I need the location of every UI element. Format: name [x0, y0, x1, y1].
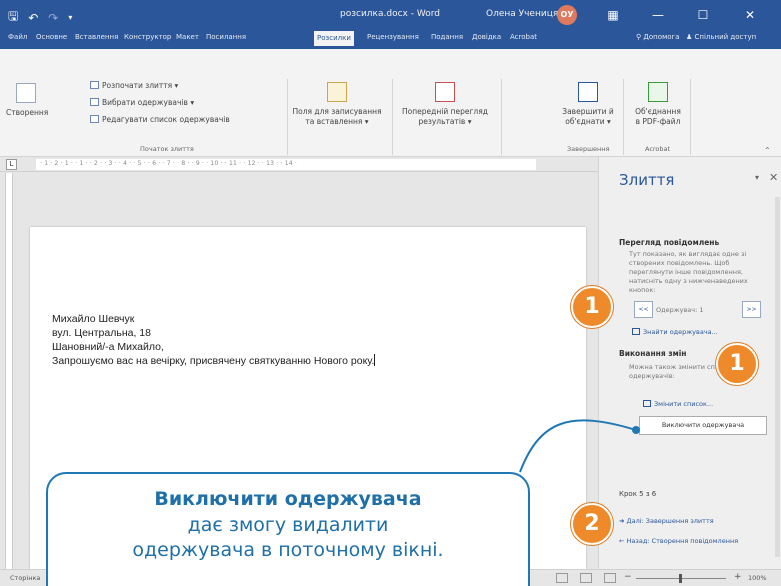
tab-review[interactable]: Рецензування — [367, 33, 419, 41]
create-button[interactable]: Створення — [6, 83, 49, 118]
edit-recipient-list-button[interactable]: Редагувати список одержувачів — [90, 115, 230, 124]
letter-body[interactable]: Михайло Шевчук вул. Центральна, 18 Шанов… — [52, 312, 376, 368]
edit-recipient-list-link[interactable]: Змінити список... — [643, 400, 713, 408]
previous-recipient-button[interactable]: << — [634, 301, 653, 318]
preview-description: Тут показано, як виглядає одне зі створе… — [629, 250, 748, 294]
pane-close-icon[interactable]: ✕ — [769, 171, 778, 184]
start-mail-merge-button[interactable]: Розпочати злиття ▾ — [90, 81, 178, 90]
page-indicator[interactable]: Сторінка — [10, 574, 40, 582]
group-label-finish: Завершення — [567, 145, 610, 153]
step-badge-2: 2 — [571, 503, 613, 545]
recipient-name: Михайло Шевчук — [52, 313, 135, 325]
group-divider — [287, 79, 288, 155]
tab-design[interactable]: Конструктор — [124, 33, 171, 41]
edit-list-icon — [90, 115, 99, 123]
tab-insert[interactable]: Вставлення — [75, 33, 118, 41]
select-recipients-button[interactable]: Вибрати одержувачів ▾ — [90, 98, 194, 107]
recipients-icon — [90, 98, 99, 106]
tab-selector[interactable]: L — [6, 159, 17, 170]
envelope-icon — [16, 83, 36, 103]
tab-home[interactable]: Основне — [36, 33, 67, 41]
minimize-button[interactable]: — — [645, 4, 671, 26]
tab-view[interactable]: Подання — [431, 33, 463, 41]
user-name[interactable]: Олена Учениця — [486, 9, 558, 19]
print-layout-icon[interactable] — [580, 573, 592, 583]
customize-qat-icon[interactable]: ▾ — [68, 13, 72, 22]
write-insert-fields-button[interactable]: Поля для записування та вставлення ▾ — [290, 82, 384, 127]
save-icon[interactable]: 🖫 — [8, 7, 18, 28]
group-label-acrobat: Acrobat — [645, 145, 671, 153]
greeting-line: Шановний/-а Михайло, — [52, 341, 164, 353]
recipient-address: вул. Центральна, 18 — [52, 327, 151, 339]
group-divider — [392, 79, 393, 155]
callout-line-2: дає змогу видалити — [187, 514, 389, 536]
group-divider — [690, 79, 691, 155]
step-badge-1-left: 1 — [571, 286, 613, 328]
share-button[interactable]: ♟ Спільний доступ — [686, 33, 756, 41]
zoom-slider-thumb[interactable] — [679, 574, 682, 583]
pane-title: Злиття — [619, 171, 675, 189]
redo-icon[interactable]: ↷ — [48, 11, 58, 25]
read-mode-icon[interactable] — [556, 573, 568, 583]
merge-to-pdf-button[interactable]: Об'єднання в PDF-файл — [628, 82, 688, 127]
create-label: Створення — [6, 108, 49, 117]
text-cursor — [374, 354, 376, 366]
quick-access-toolbar: 🖫 ↶ ↷ ▾ — [8, 7, 72, 28]
restore-button[interactable]: ☐ — [690, 4, 716, 26]
fields-icon — [327, 82, 347, 102]
preview-heading: Перегляд повідомлень — [619, 238, 720, 247]
preview-icon — [435, 82, 455, 102]
tab-layout[interactable]: Макет — [176, 33, 199, 41]
ruler-numbers: · 1 · 2 · 1 · · 1 · · 2 · · 3 · · 4 · · … — [40, 160, 297, 167]
pane-scrollbar[interactable] — [775, 197, 780, 557]
find-icon — [632, 328, 640, 335]
tab-help[interactable]: Довідка — [472, 33, 501, 41]
step-counter: Крок 5 з 6 — [619, 490, 657, 498]
pane-options-icon[interactable]: ▾ — [755, 173, 759, 182]
group-divider — [501, 79, 502, 155]
zoom-out-button[interactable]: − — [624, 572, 632, 582]
recipient-counter: Одержувач: 1 — [656, 306, 704, 314]
tab-references[interactable]: Посилання — [206, 33, 246, 41]
collapse-ribbon-icon[interactable]: ⌃ — [764, 146, 771, 155]
web-layout-icon[interactable] — [604, 573, 616, 583]
vertical-ruler — [0, 173, 18, 569]
explanation-callout: Виключити одержувача дає змогу видалити … — [46, 472, 530, 586]
find-recipient-link[interactable]: Знайти одержувача... — [632, 328, 718, 336]
pdf-merge-icon — [648, 82, 668, 102]
zoom-level[interactable]: 100% — [748, 574, 767, 582]
edit-list-icon — [643, 400, 651, 407]
avatar[interactable]: ОУ — [557, 5, 577, 25]
zoom-in-button[interactable]: + — [734, 572, 742, 582]
tab-acrobat[interactable]: Acrobat — [510, 33, 537, 41]
undo-icon[interactable]: ↶ — [28, 11, 38, 25]
tab-mailings[interactable]: Розсилки — [314, 31, 354, 46]
group-divider — [623, 79, 624, 155]
next-step-link[interactable]: ➜ Далі: Завершення злиття — [619, 517, 714, 525]
finish-merge-icon — [578, 82, 598, 102]
title-bar: 🖫 ↶ ↷ ▾ розсилка.docx - Word Олена Учени… — [0, 0, 781, 30]
tab-file[interactable]: Файл — [8, 33, 27, 41]
ribbon-tabs: Файл Основне Вставлення Конструктор Маке… — [0, 30, 781, 49]
tell-me-search[interactable]: ⚲ Допомога — [636, 33, 680, 41]
next-recipient-button[interactable]: >> — [742, 301, 761, 318]
finish-merge-button[interactable]: Завершити й об'єднати ▾ — [560, 82, 616, 127]
document-title: розсилка.docx - Word — [340, 9, 440, 19]
step-badge-1-right: 1 — [716, 343, 758, 385]
document-icon — [90, 81, 99, 89]
vertical-ruler-scale[interactable] — [5, 173, 13, 569]
ribbon: Створення Розпочати злиття ▾ Вибрати оде… — [0, 49, 781, 157]
close-button[interactable]: ✕ — [737, 4, 763, 26]
preview-results-button[interactable]: Попередній перегляд результатів ▾ — [397, 82, 493, 127]
changes-heading: Виконання змін — [619, 349, 687, 358]
callout-title: Виключити одержувача — [154, 488, 422, 510]
ribbon-display-options-icon[interactable]: ▦ — [600, 4, 626, 26]
group-label-start: Початок злиття — [140, 145, 194, 153]
exclude-recipient-button[interactable]: Виключити одержувача — [639, 416, 767, 435]
horizontal-ruler: L · 1 · 2 · 1 · · 1 · · 2 · · 3 · · 4 · … — [0, 157, 598, 172]
previous-step-link[interactable]: ← Назад: Створення повідомлення — [619, 537, 738, 545]
callout-line-3: одержувача в поточному вікні. — [132, 539, 444, 561]
letter-text: Запрошуємо вас на вечірку, присвячену св… — [52, 354, 376, 367]
